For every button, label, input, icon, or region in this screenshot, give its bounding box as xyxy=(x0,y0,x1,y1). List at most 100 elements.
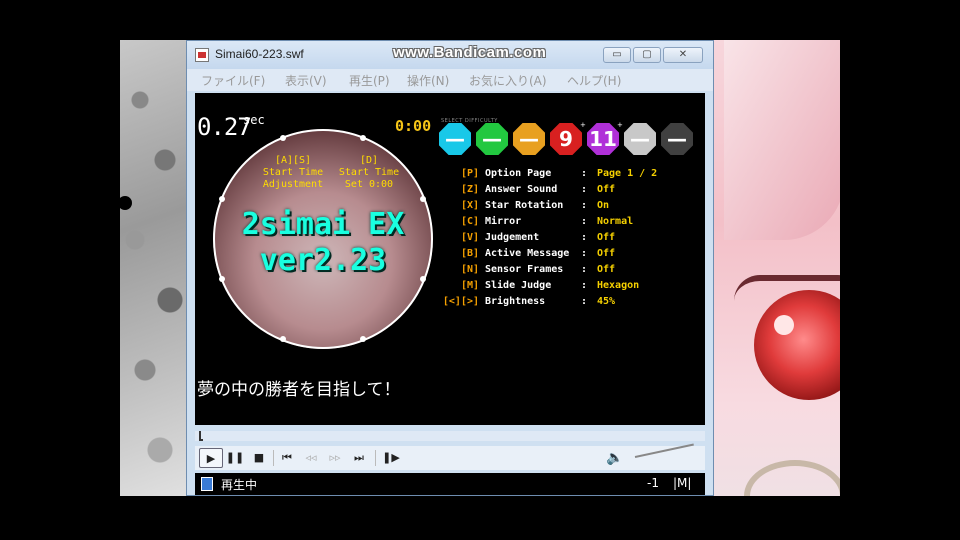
ring-marker xyxy=(280,135,286,141)
option-row[interactable]: [X] Star Rotation: On xyxy=(441,200,701,216)
difficulty-badge[interactable]: — xyxy=(661,123,693,155)
option-colon: : xyxy=(581,264,588,275)
option-key: [<][>] xyxy=(442,296,479,307)
ring-marker xyxy=(280,336,286,342)
close-button[interactable]: ✕ xyxy=(663,47,703,63)
ring-marker xyxy=(360,336,366,342)
option-colon: : xyxy=(581,232,588,243)
option-key: [M] xyxy=(460,280,479,291)
speaker-icon[interactable]: 🔈 xyxy=(605,448,625,468)
wallpaper-ring xyxy=(744,460,840,496)
difficulty-plus: + xyxy=(580,121,586,129)
option-colon: : xyxy=(581,216,588,227)
difficulty-badge[interactable]: — xyxy=(439,123,471,155)
option-row[interactable]: [B] Active Message: Off xyxy=(441,248,701,264)
adjust-left-line2: Adjustment xyxy=(262,179,324,190)
option-value: Off xyxy=(597,248,616,259)
ring-marker xyxy=(360,135,366,141)
seek-handle[interactable] xyxy=(199,431,203,441)
title-bar[interactable]: Simai60-223.swf www.Bandicam.com ▭ ▢ ✕ xyxy=(187,41,713,69)
timer-unit: sec xyxy=(243,113,265,127)
menu-file[interactable]: ファイル(F) xyxy=(201,72,265,89)
pause-button[interactable]: ❚❚ xyxy=(225,448,245,468)
status-text: 再生中 xyxy=(221,478,258,492)
option-value: On xyxy=(597,200,610,211)
option-row[interactable]: [N] Sensor Frames: Off xyxy=(441,264,701,280)
option-colon: : xyxy=(581,184,588,195)
option-value: Off xyxy=(597,184,616,195)
flash-player-window: Simai60-223.swf www.Bandicam.com ▭ ▢ ✕ フ… xyxy=(186,40,714,496)
minimize-button[interactable]: ▭ xyxy=(603,47,631,63)
option-row[interactable]: [<][>] Brightness:45% xyxy=(441,296,701,312)
letterbox-right xyxy=(840,0,960,540)
option-colon: : xyxy=(581,168,588,179)
document-icon xyxy=(201,477,213,491)
option-key: [N] xyxy=(460,264,479,275)
difficulty-badge[interactable]: 9 xyxy=(550,123,582,155)
option-key: [V] xyxy=(460,232,479,243)
option-row[interactable]: [Z] Answer Sound: Off xyxy=(441,184,701,200)
frame-advance-icon[interactable]: ❚▶ xyxy=(381,448,401,468)
bandicam-watermark: www.Bandicam.com xyxy=(393,44,547,61)
difficulty-plus: + xyxy=(617,121,623,129)
option-colon: : xyxy=(581,280,588,291)
adjust-right: [D] Start Time Set 0:00 xyxy=(329,155,409,191)
volume-slider[interactable] xyxy=(634,443,694,458)
option-row[interactable]: [V] Judgement: Off xyxy=(441,232,701,248)
menu-favorites[interactable]: お気に入り(A) xyxy=(469,72,547,89)
menu-play[interactable]: 再生(P) xyxy=(349,72,390,89)
letterbox-top xyxy=(120,0,840,40)
letterbox-left xyxy=(0,0,120,540)
menu-view[interactable]: 表示(V) xyxy=(285,72,327,89)
desktop-dot xyxy=(118,196,132,210)
option-key: [P] xyxy=(460,168,479,179)
step-forward-icon[interactable]: ▹▹ xyxy=(325,448,345,468)
separator xyxy=(273,450,274,466)
ring-marker xyxy=(420,196,426,202)
window-title: Simai60-223.swf xyxy=(215,47,304,61)
seek-bar[interactable] xyxy=(195,431,705,441)
adjust-right-line1: Start Time xyxy=(338,167,400,178)
option-colon: : xyxy=(581,296,588,307)
option-name: Mirror xyxy=(485,216,522,227)
jacket-circle: [A][S] Start Time Adjustment [D] Start T… xyxy=(213,129,433,349)
adjust-left-key: [A][S] xyxy=(274,155,312,166)
menu-help[interactable]: ヘルプ(H) xyxy=(567,72,621,89)
option-colon: : xyxy=(581,200,588,211)
ring-marker xyxy=(219,196,225,202)
wallpaper-hair xyxy=(724,40,840,240)
wallpaper-eye-glint xyxy=(774,315,794,335)
desktop-wallpaper-right xyxy=(714,40,840,496)
option-value: Off xyxy=(597,264,616,275)
difficulty-badge[interactable]: — xyxy=(513,123,545,155)
status-count: -1 xyxy=(647,476,659,490)
option-value: Off xyxy=(597,232,616,243)
status-bar: 再生中 -1 |M| xyxy=(195,473,705,495)
option-value: Normal xyxy=(597,216,634,227)
maximize-button[interactable]: ▢ xyxy=(633,47,661,63)
option-name: Star Rotation xyxy=(485,200,564,211)
step-back-icon[interactable]: ◃◃ xyxy=(301,448,321,468)
wallpaper-eye xyxy=(754,290,840,400)
rewind-icon[interactable]: ⏮ xyxy=(277,448,297,468)
letterbox-bottom xyxy=(120,496,840,540)
adjust-left: [A][S] Start Time Adjustment xyxy=(253,155,333,191)
option-row[interactable]: [M] Slide Judge: Hexagon xyxy=(441,280,701,296)
option-row[interactable]: [C] Mirror: Normal xyxy=(441,216,701,232)
forward-icon[interactable]: ⏭ xyxy=(349,448,369,468)
flash-stage[interactable]: 0.27 sec 0:00 [A][S] Start Time Adjustme… xyxy=(195,93,705,425)
option-value: Page 1 / 2 xyxy=(597,168,658,179)
option-name: Option Page xyxy=(485,168,552,179)
adjust-right-key: [D] xyxy=(359,155,379,166)
option-name: Slide Judge xyxy=(485,280,552,291)
adjust-right-line2: Set 0:00 xyxy=(344,179,394,190)
menu-control[interactable]: 操作(N) xyxy=(407,72,449,89)
option-key: [C] xyxy=(460,216,479,227)
play-button[interactable]: ▶ xyxy=(199,448,223,468)
stop-button[interactable]: ■ xyxy=(249,448,269,468)
difficulty-badge[interactable]: — xyxy=(476,123,508,155)
option-key: [B] xyxy=(460,248,479,259)
option-row[interactable]: [P] Option Page: Page 1 / 2 xyxy=(441,168,701,184)
difficulty-badge[interactable]: 11 xyxy=(587,123,619,155)
difficulty-badge[interactable]: — xyxy=(624,123,656,155)
